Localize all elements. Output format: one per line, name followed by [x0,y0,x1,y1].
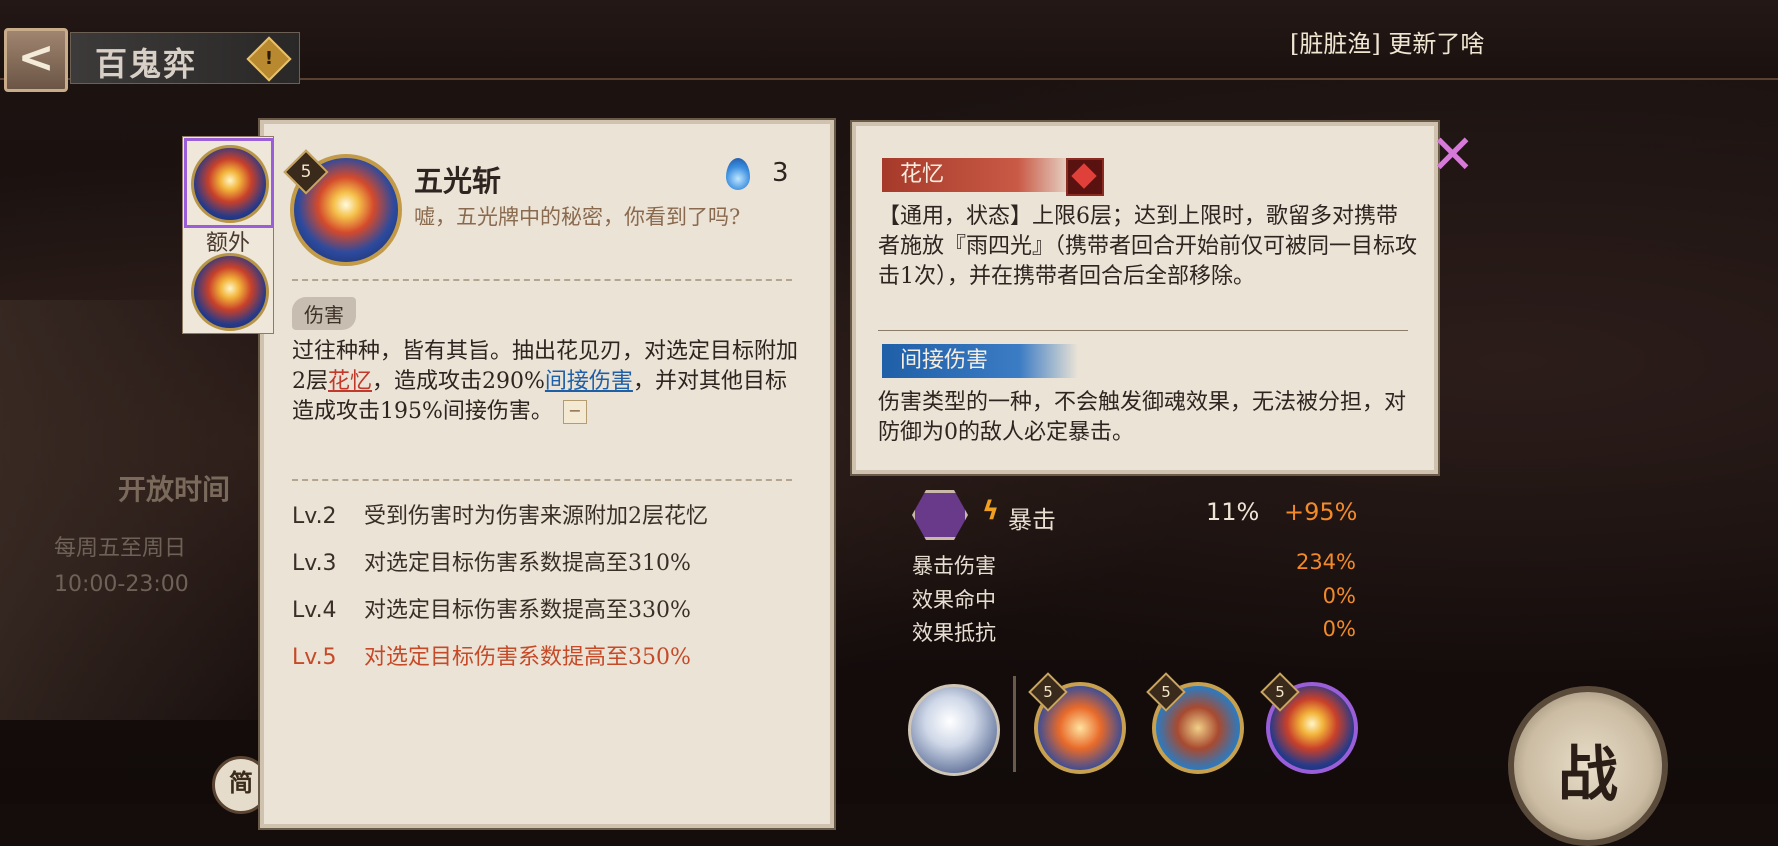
divider [292,279,792,281]
stat-row: 效果抵抗 0% [912,617,1356,645]
crit-base-value: 11% [1206,498,1260,526]
open-time-label: 开放时间 [118,473,231,506]
keyword-indirect-damage-link[interactable]: 间接伤害 [545,369,633,394]
page-title: 百鬼弈 [95,45,198,83]
level-upgrade-row: Lv.2 受到伤害时为伤害来源附加2层花忆 [292,504,708,529]
keyword-huayi-link[interactable]: 花忆 [328,369,372,394]
level-upgrade-row: Lv.3 对选定目标伤害系数提高至310% [292,551,691,576]
stat-row: 暴击伤害 234% [912,550,1356,578]
collapse-button[interactable]: − [562,400,587,424]
update-notice[interactable]: [脏脏渔] 更新了啥 [1290,24,1484,59]
skill-thumbnail-primary[interactable] [191,145,269,223]
keyword-info-popup: 花忆 【通用，状态】上限6层；达到上限时，歌留多对携带者施放『雨四光』（携带者回… [852,122,1438,474]
crit-icon: ϟ [982,496,1000,526]
skill-description: 过往种种，皆有其旨。抽出花见刃，对选定目标附加2层花忆，造成攻击290%间接伤害… [292,339,799,424]
skill-thumbnail-column: 额外 [182,136,274,334]
level-upgrade-row-current: Lv.5 对选定目标伤害系数提高至350% [292,645,691,670]
skill-thumbnail-extra[interactable] [191,253,269,331]
orb-icon [726,158,750,190]
orb-cost: 3 [772,158,789,188]
damage-tag: 伤害 [292,297,356,330]
open-days: 每周五至周日 [54,536,187,561]
top-bar: < 百鬼弈 ! [脏脏渔] 更新了啥 [0,0,1778,92]
divider [292,479,792,481]
level-upgrade-row: Lv.4 对选定目标伤害系数提高至330% [292,598,691,623]
skill-flavor-text: 嘘，五光牌中的秘密，你看到了吗? [414,205,741,229]
left-panel [0,300,270,720]
title-plate: 百鬼弈 ! [70,32,300,84]
back-button[interactable]: < [4,28,68,92]
indirect-damage-tag: 间接伤害 [882,344,1078,378]
battle-button[interactable]: 战 [1508,686,1668,846]
status-icon [1066,158,1104,196]
skill-name: 五光斩 [414,164,502,198]
shikigami-avatar[interactable] [908,684,1000,776]
skill-detail-card: 5 五光斩 3 嘘，五光牌中的秘密，你看到了吗? 伤害 过往种种，皆有其旨。抽出… [260,120,834,828]
crit-bonus-value: +95% [1284,498,1358,526]
warning-icon[interactable]: ! [246,36,292,82]
indirect-damage-description: 伤害类型的一种，不会触发御魂效果，无法被分担，对防御为0的敌人必定暴击。 [878,390,1407,445]
stat-row: 效果命中 0% [912,584,1356,612]
open-hours: 10:00-23:00 [54,572,189,597]
divider [1013,676,1016,772]
huayi-description: 【通用，状态】上限6层；达到上限时，歌留多对携带者施放『雨四光』（携带者回合开始… [878,204,1418,289]
crit-label: 暴击 [1008,506,1056,534]
close-icon[interactable]: ✕ [1430,128,1475,182]
divider [878,330,1408,331]
huayi-tag: 花忆 [882,158,1076,192]
